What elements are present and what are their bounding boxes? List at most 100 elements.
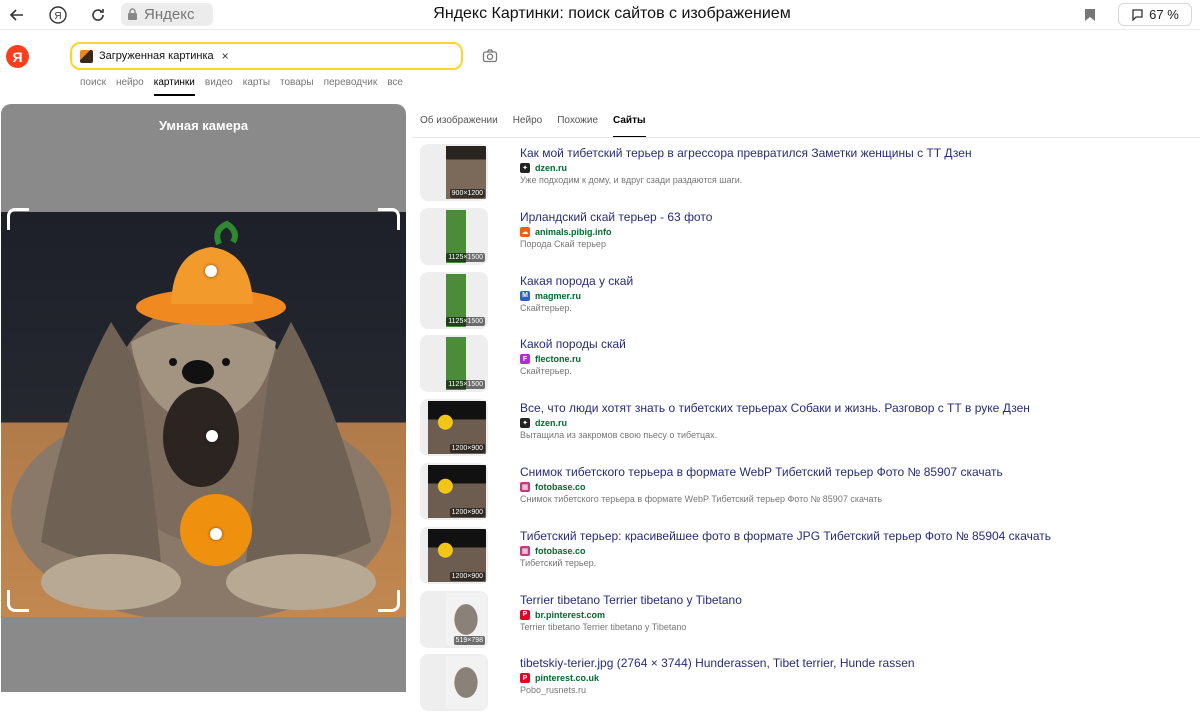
result-thumbnail[interactable]: 1125×1500 — [420, 335, 488, 393]
address-bar[interactable]: Яндекс — [121, 3, 213, 26]
site-favicon-icon: ✦ — [520, 163, 530, 173]
result-title-link[interactable]: Ирландский скай терьер - 63 фото — [520, 210, 712, 224]
result-item[interactable]: 1125×1500 Какая порода у скай Mmagmer.ru Ск… — [420, 271, 1200, 335]
nav-all[interactable]: все — [387, 77, 403, 96]
hotspot-hat[interactable] — [205, 265, 217, 277]
result-thumbnail[interactable]: 519×798 — [420, 590, 488, 648]
site-favicon-icon: F — [520, 354, 530, 365]
site-favicon-icon: ✦ — [520, 418, 530, 429]
result-title-link[interactable]: Какая порода у скай — [520, 274, 633, 288]
result-item[interactable]: tibetskiy-terier.jpg (2764 × 3744) Hunde… — [420, 653, 1200, 717]
result-snippet: Terrier tibetano Terrier tibetano y Tibe… — [520, 621, 687, 632]
window-title: Яндекс Картинки: поиск сайтов с изображе… — [433, 5, 791, 22]
result-item[interactable]: 519×798 Terrier tibetano Terrier tibetano… — [420, 590, 1200, 654]
nav-video[interactable]: видео — [205, 77, 233, 96]
clear-search-button[interactable]: × — [222, 49, 229, 63]
crop-corner-top-right[interactable] — [378, 208, 400, 230]
result-snippet: Снимок тибетского терьера в формате WebP… — [520, 493, 883, 504]
result-domain-link[interactable]: Ppinterest.co.uk — [520, 673, 600, 684]
tab-neuro[interactable]: Нейро — [513, 115, 543, 138]
site-favicon-icon: ▦ — [520, 481, 530, 492]
dog-photo-thumbnail — [446, 656, 486, 710]
bookmark-icon[interactable] — [1079, 4, 1101, 26]
camera-search-icon[interactable] — [482, 48, 498, 64]
result-thumbnail[interactable]: 1125×1500 — [420, 207, 488, 265]
result-snippet: Уже подходим к дому, и вдруг сзади разда… — [520, 175, 743, 185]
crop-corner-bottom-right[interactable] — [378, 590, 400, 612]
result-title-link[interactable]: tibetskiy-terier.jpg (2764 × 3744) Hunde… — [520, 656, 915, 670]
back-arrow-icon[interactable] — [6, 4, 28, 26]
reload-icon[interactable] — [87, 4, 109, 26]
result-item[interactable]: 1125×1500 Какой породы скай Fflectone.ru Ск… — [420, 334, 1200, 398]
nav-search[interactable]: поиск — [80, 77, 106, 96]
tab-sites[interactable]: Сайты — [613, 115, 646, 138]
result-item[interactable]: 900×1200 Как мой тибетский терьер в агрес… — [420, 143, 1200, 207]
result-thumbnail[interactable]: 1200×900 — [420, 462, 488, 520]
nav-images[interactable]: картинки — [153, 77, 195, 96]
yandex-logo[interactable]: Я — [6, 45, 29, 68]
result-domain-link[interactable]: Pbr.pinterest.com — [520, 609, 606, 620]
result-item[interactable]: 1125×1500 Ирландский скай терьер - 63 фот… — [420, 207, 1200, 271]
result-domain-link[interactable]: ✦ dzen.ru — [520, 163, 567, 173]
site-favicon-icon: P — [520, 673, 530, 684]
result-domain-link[interactable]: ☁ animals.pibig.info — [520, 226, 612, 237]
result-thumbnail[interactable]: 900×1200 — [420, 144, 488, 201]
crop-corner-bottom-left[interactable] — [7, 590, 29, 612]
result-thumbnail[interactable]: 1200×900 — [420, 399, 488, 457]
result-snippet: Порода Скай терьер — [520, 238, 606, 249]
site-favicon-icon: ☁ — [520, 226, 530, 237]
image-dimensions-badge: 1200×900 — [449, 571, 485, 581]
image-dimensions-badge: 1125×1500 — [446, 252, 485, 262]
result-thumbnail[interactable]: 1125×1500 — [420, 271, 488, 329]
result-domain: br.pinterest.com — [535, 609, 606, 620]
result-title-link[interactable]: Как мой тибетский терьер в агрессора пре… — [520, 146, 972, 160]
nav-neuro[interactable]: нейро — [116, 77, 144, 96]
result-domain: fotobase.co — [535, 481, 586, 492]
result-domain: pinterest.co.uk — [535, 673, 600, 684]
nav-maps[interactable]: карты — [243, 77, 270, 96]
hotspot-orange[interactable] — [210, 528, 222, 540]
image-dimensions-badge: 1125×1500 — [446, 380, 485, 390]
result-title-link[interactable]: Какой породы скай — [520, 337, 626, 351]
result-thumbnail[interactable]: 1200×900 — [420, 526, 488, 584]
nav-translator[interactable]: переводчик — [324, 77, 378, 96]
result-item[interactable]: 1200×900 Тибетский терьер: красивейшее фо… — [420, 526, 1200, 590]
crop-corner-top-left[interactable] — [7, 208, 29, 230]
search-input[interactable]: Загруженная картинка × — [70, 42, 463, 70]
result-domain-link[interactable]: ▦ fotobase.co — [520, 481, 586, 492]
result-title-link[interactable]: Снимок тибетского терьера в формате WebP… — [520, 465, 1003, 479]
image-dimensions-badge: 1200×900 — [449, 507, 485, 517]
nav-market[interactable]: товары — [280, 77, 314, 96]
result-item[interactable]: 1200×900 Снимок тибетского терьера в форм… — [420, 462, 1200, 526]
tabs-divider — [412, 137, 1200, 138]
address-text: Яндекс — [144, 6, 195, 23]
search-value: Загруженная картинка — [99, 50, 214, 62]
result-title-link[interactable]: Terrier tibetano Terrier tibetano y Tibe… — [520, 593, 742, 607]
yandex-browser-icon[interactable]: Я — [47, 4, 69, 26]
result-thumbnail[interactable] — [420, 654, 488, 712]
result-snippet: Вытащила из закромов свою пьесу о тибетц… — [520, 430, 718, 441]
result-domain: dzen.ru — [535, 163, 568, 173]
uploaded-image-thumbnail — [80, 49, 93, 63]
site-favicon-icon: P — [520, 609, 530, 620]
result-title-link[interactable]: Все, что люди хотят знать о тибетских те… — [520, 401, 1030, 415]
result-item[interactable]: 1200×900 Все, что люди хотят знать о тибе… — [420, 398, 1200, 462]
reader-zoom-button[interactable]: 67 % — [1118, 3, 1192, 26]
lock-icon — [128, 8, 137, 20]
browser-toolbar: Я Яндекс Яндекс Картинки: поиск сайтов с… — [0, 0, 1200, 30]
image-dimensions-badge: 900×1200 — [449, 189, 485, 198]
result-domain-link[interactable]: ✦ dzen.ru — [520, 418, 567, 429]
svg-text:Я: Я — [54, 11, 61, 22]
result-domain-link[interactable]: Mmagmer.ru — [520, 290, 581, 301]
image-dimensions-badge: 1200×900 — [449, 444, 485, 454]
service-nav: поиск нейро картинки видео карты товары … — [80, 77, 403, 96]
result-domain-link[interactable]: ▦ fotobase.co — [520, 545, 586, 556]
tab-about-image[interactable]: Об изображении — [420, 115, 498, 138]
result-title-link[interactable]: Тибетский терьер: красивейшее фото в фор… — [520, 529, 1051, 543]
tab-similar[interactable]: Похожие — [557, 115, 598, 138]
result-snippet: Скайтерьер. — [520, 366, 572, 377]
site-favicon-icon: ▦ — [520, 545, 530, 556]
hotspot-dog[interactable] — [206, 430, 218, 442]
result-domain-link[interactable]: Fflectone.ru — [520, 354, 581, 365]
result-domain: fotobase.co — [535, 545, 586, 556]
